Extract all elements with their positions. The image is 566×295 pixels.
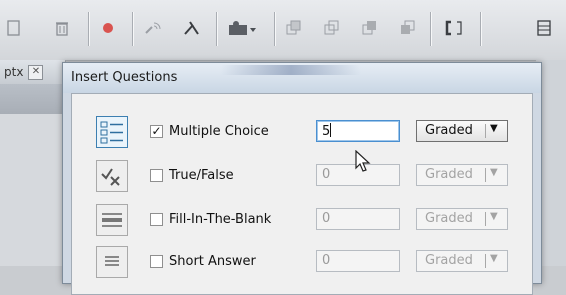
short-answer-checkbox[interactable] (150, 255, 163, 268)
toolbar-separator (132, 12, 133, 46)
titlebar-glare (221, 65, 361, 75)
dialog-titlebar[interactable]: Insert Questions (63, 63, 541, 93)
record-icon[interactable] (94, 14, 122, 42)
chevron-down-icon: ▼ (490, 167, 498, 178)
grid-icon[interactable] (530, 14, 558, 42)
panel-header (0, 84, 66, 114)
layer-icon[interactable] (394, 14, 422, 42)
copy-icon[interactable] (280, 14, 308, 42)
toolbar-separator (88, 12, 89, 46)
short-answer-label: Short Answer (169, 254, 256, 269)
multiple-choice-count-value: 5 (322, 124, 331, 139)
paste-icon[interactable] (356, 14, 384, 42)
close-tab-icon[interactable]: ✕ (28, 64, 44, 80)
bracket-icon[interactable] (440, 14, 468, 42)
dialog-title: Insert Questions (71, 70, 178, 85)
mouse-cursor-icon (355, 150, 371, 172)
audio-icon[interactable] (140, 14, 168, 42)
question-row-multiple-choice: ✓ Multiple Choice 5 Graded ▼ (72, 116, 532, 150)
slide-icon[interactable] (224, 14, 260, 42)
panel-body (0, 114, 66, 266)
toolbar-separator (216, 12, 217, 46)
true-false-checkbox[interactable] (150, 169, 163, 182)
toolbar-separator (274, 12, 275, 46)
true-false-grading-select[interactable]: Graded ▼ (416, 164, 508, 186)
true-false-label: True/False (169, 168, 234, 183)
short-answer-icon (96, 246, 128, 278)
page-icon[interactable] (0, 14, 28, 42)
fill-in-the-blank-label: Fill-In-The-Blank (169, 212, 272, 227)
question-row-true-false: True/False 0 Graded ▼ (72, 160, 532, 194)
multiple-choice-grading-value: Graded (425, 123, 473, 138)
fill-in-the-blank-grading-select[interactable]: Graded ▼ (416, 208, 508, 230)
document-tab-label: ptx (4, 65, 24, 79)
no-audio-icon[interactable] (178, 14, 206, 42)
multiple-choice-grading-select[interactable]: Graded ▼ (416, 120, 508, 142)
fill-in-blank-icon (96, 204, 128, 236)
duplicate-icon[interactable] (318, 14, 346, 42)
toolbar-separator (430, 12, 431, 46)
main-toolbar (0, 0, 566, 61)
chevron-down-icon: ▼ (490, 211, 498, 222)
multiple-choice-count-input[interactable]: 5 (316, 120, 400, 142)
dialog-content: ✓ Multiple Choice 5 Graded ▼ True/False … (71, 93, 533, 295)
true-false-grading-value: Graded (425, 167, 473, 182)
insert-questions-dialog: Insert Questions ✓ Multiple Choice 5 Gra… (62, 62, 542, 295)
multiple-choice-checkbox[interactable]: ✓ (150, 125, 163, 138)
document-tab[interactable]: ptx ✕ (0, 60, 66, 84)
chevron-down-icon: ▼ (490, 123, 498, 134)
fill-in-the-blank-count-input[interactable]: 0 (316, 208, 400, 230)
chevron-down-icon: ▼ (490, 253, 498, 264)
question-row-short-answer: Short Answer 0 Graded ▼ (72, 246, 532, 280)
fill-in-the-blank-grading-value: Graded (425, 211, 473, 226)
short-answer-grading-select[interactable]: Graded ▼ (416, 250, 508, 272)
toolbar-separator (480, 12, 481, 46)
short-answer-count-input[interactable]: 0 (316, 250, 400, 272)
question-row-fill-in-the-blank: Fill-In-The-Blank 0 Graded ▼ (72, 204, 532, 238)
trash-icon[interactable] (48, 14, 76, 42)
true-false-icon (96, 160, 128, 192)
multiple-choice-icon (96, 116, 128, 148)
multiple-choice-label: Multiple Choice (169, 124, 269, 139)
fill-in-the-blank-checkbox[interactable] (150, 213, 163, 226)
